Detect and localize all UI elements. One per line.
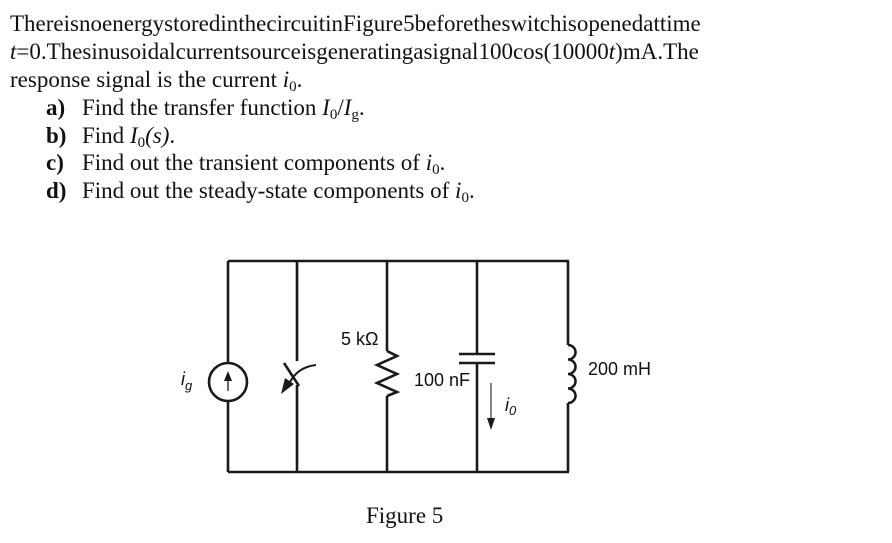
inductor-label: 200 mH <box>588 359 651 379</box>
inductor-coil <box>567 343 577 405</box>
circuit-diagram: ig 5 kΩ 100 nF 200 mH i0 <box>181 259 651 474</box>
resistor-label: 5 kΩ <box>341 329 378 349</box>
current-label: i0 <box>505 395 517 418</box>
source-label: ig <box>181 369 193 393</box>
source-arrow-icon <box>224 371 232 391</box>
current-direction-arrow-icon <box>487 383 495 430</box>
switch-arrow-icon <box>281 364 317 394</box>
resistor-zigzag <box>373 349 401 398</box>
figure-caption: Figure 5 <box>366 503 444 528</box>
capacitor-label: 100 nF <box>414 370 470 390</box>
